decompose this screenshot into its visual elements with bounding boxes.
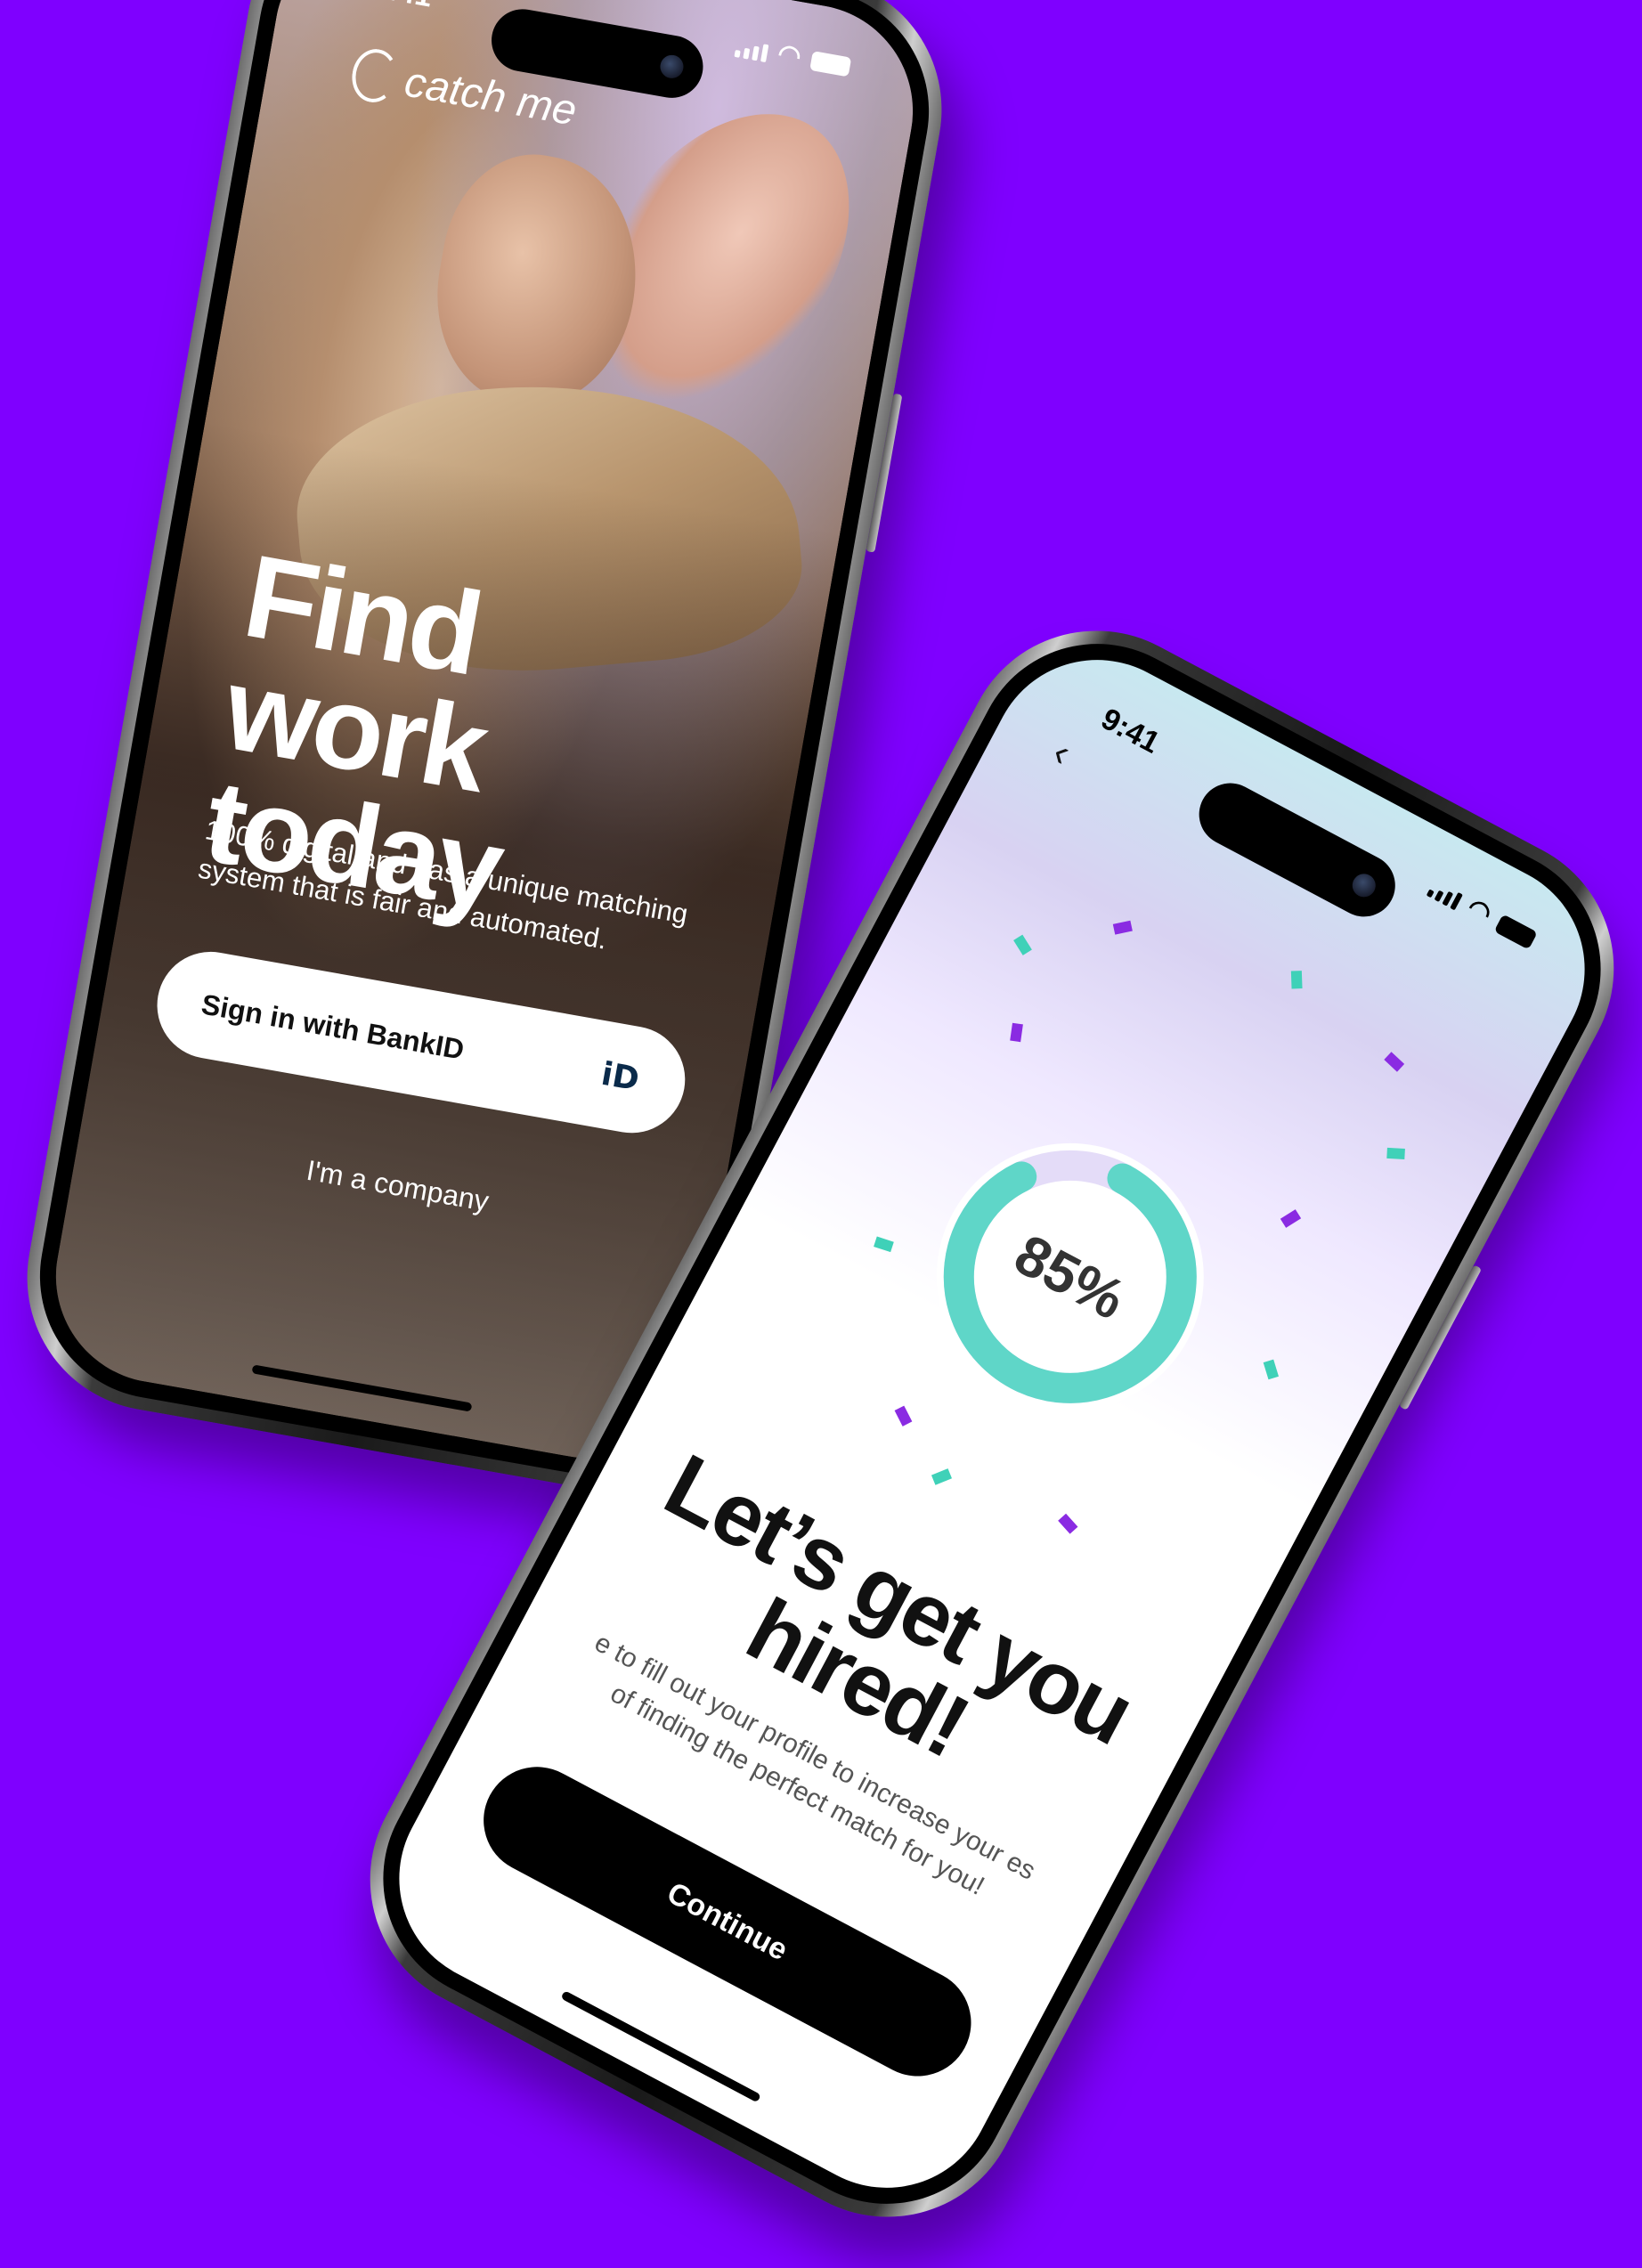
sign-in-bankid-label: Sign in with BankID xyxy=(199,987,467,1066)
wifi-icon: ◠ xyxy=(775,38,804,72)
confetti-piece xyxy=(1386,1147,1405,1159)
confetti-piece xyxy=(1384,1052,1405,1072)
confetti-piece xyxy=(1290,971,1303,989)
home-indicator xyxy=(560,1990,761,2103)
chevron-left-icon[interactable]: ‹ xyxy=(1045,730,1077,776)
bankid-logo-icon: iD xyxy=(598,1055,642,1099)
confetti-piece xyxy=(1263,1359,1279,1380)
signal-icon xyxy=(1426,880,1463,911)
status-icons: ◠ xyxy=(1426,876,1539,950)
confetti-piece xyxy=(1013,934,1032,955)
battery-icon xyxy=(809,51,852,77)
battery-icon xyxy=(1493,914,1538,950)
confetti-piece xyxy=(1112,920,1133,935)
confetti-piece xyxy=(1280,1209,1302,1228)
confetti-piece xyxy=(1010,1022,1023,1043)
confetti-piece xyxy=(931,1468,953,1485)
status-time: 9:41 xyxy=(1095,702,1166,760)
status-time: 9:41 xyxy=(369,0,435,15)
wifi-icon: ◠ xyxy=(1462,892,1497,930)
profile-progress-ring: 85% xyxy=(866,1072,1275,1482)
catchme-c-icon xyxy=(347,45,402,106)
confetti-piece xyxy=(874,1236,894,1253)
progress-percentage: 85% xyxy=(1004,1222,1136,1332)
dynamic-island xyxy=(1188,772,1407,928)
confetti-piece xyxy=(1058,1513,1078,1534)
confetti-piece xyxy=(894,1405,913,1427)
status-bar: 9:41 ◠ xyxy=(1012,654,1605,1004)
continue-label: Continue xyxy=(662,1875,794,1967)
signal-icon xyxy=(734,39,769,63)
